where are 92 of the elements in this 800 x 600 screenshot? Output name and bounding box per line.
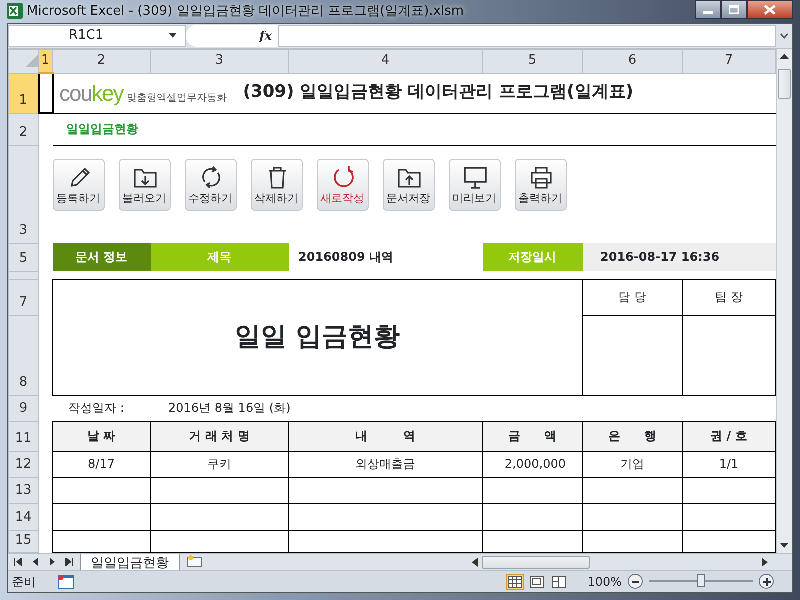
first-sheet-icon[interactable] bbox=[14, 558, 23, 566]
table-cell: 외상매출금 bbox=[288, 451, 482, 477]
brand-logo: coukey bbox=[60, 80, 124, 108]
minimize-button[interactable] bbox=[695, 0, 721, 19]
row-header[interactable]: 12 bbox=[8, 451, 38, 477]
column-header[interactable]: 5 bbox=[482, 49, 582, 73]
column-header[interactable]: 2 bbox=[52, 49, 150, 73]
info-value: 2016-08-17 16:36 bbox=[582, 243, 776, 271]
toolbar-button[interactable]: 불러오기 bbox=[118, 159, 170, 212]
active-cell[interactable] bbox=[38, 73, 52, 113]
brand-tagline: 맞춤형엑셀업무자동화 bbox=[127, 92, 228, 106]
name-box[interactable]: R1C1 bbox=[8, 24, 186, 46]
zoom-in-button[interactable] bbox=[759, 574, 774, 589]
toolbar-button[interactable]: 새로작성 bbox=[316, 159, 368, 212]
column-header[interactable]: 6 bbox=[582, 49, 682, 73]
column-heading: 은 행 bbox=[582, 421, 682, 451]
row-header[interactable]: 8 bbox=[8, 315, 38, 395]
toolbar-button[interactable]: 등록하기 bbox=[52, 159, 104, 212]
row-header[interactable]: 3 bbox=[8, 145, 38, 243]
column-heading: 거 래 처 명 bbox=[150, 421, 288, 451]
normal-view-icon bbox=[508, 576, 522, 588]
table-cell: 기업 bbox=[582, 451, 682, 477]
column-header[interactable]: 3 bbox=[150, 49, 288, 73]
sheet-tab[interactable]: 일일입금현황 bbox=[80, 554, 180, 570]
toolbar-button[interactable]: 삭제하기 bbox=[250, 159, 302, 212]
info-value: 20160809 내역 bbox=[288, 243, 482, 271]
table-cell: 8/17 bbox=[52, 451, 150, 477]
scroll-down-icon[interactable] bbox=[780, 542, 789, 548]
table-cell: 2,000,000 bbox=[482, 451, 582, 477]
info-label: 저장일시 bbox=[482, 243, 582, 271]
view-button[interactable] bbox=[506, 574, 524, 590]
row-header[interactable]: 2 bbox=[8, 113, 38, 145]
close-icon bbox=[764, 4, 776, 14]
scroll-right-icon[interactable] bbox=[762, 558, 768, 566]
excel-logo-icon bbox=[7, 3, 23, 20]
new-sheet-icon[interactable] bbox=[186, 555, 204, 568]
table-cell: 쿠키 bbox=[150, 451, 288, 477]
approval-label: 팀 장 bbox=[682, 279, 776, 315]
column-header[interactable]: 1 bbox=[38, 49, 52, 73]
insert-function-button[interactable]: fx bbox=[186, 24, 278, 46]
minus-icon bbox=[632, 580, 639, 582]
zoom-out-button[interactable] bbox=[628, 574, 643, 589]
row-header[interactable]: 7 bbox=[8, 279, 38, 315]
monitor-icon bbox=[462, 164, 488, 190]
expand-icon[interactable] bbox=[780, 32, 788, 38]
maximize-button[interactable] bbox=[721, 0, 747, 19]
row-header[interactable]: 9 bbox=[8, 395, 38, 421]
column-heading: 날 짜 bbox=[52, 421, 150, 451]
row-header[interactable]: 13 bbox=[8, 477, 38, 503]
column-header[interactable]: 4 bbox=[288, 49, 482, 73]
toolbar-button[interactable]: 미리보기 bbox=[448, 159, 500, 212]
report-heading: 일일 입금현황 bbox=[52, 279, 582, 395]
row-header[interactable]: 5 bbox=[8, 243, 38, 271]
row-header[interactable]: 11 bbox=[8, 421, 38, 451]
plus-icon bbox=[762, 578, 770, 586]
scroll-thumb[interactable] bbox=[778, 68, 791, 98]
toolbar-button[interactable]: 수정하기 bbox=[184, 159, 236, 212]
last-sheet-icon[interactable] bbox=[65, 558, 74, 566]
toolbar-button[interactable]: 문서저장 bbox=[382, 159, 434, 212]
toolbar-button[interactable]: 출력하기 bbox=[514, 159, 566, 212]
column-header[interactable]: 7 bbox=[682, 49, 776, 73]
info-label: 제목 bbox=[150, 243, 288, 271]
column-heading: 권 / 호 bbox=[682, 421, 776, 451]
dropdown-arrow-icon bbox=[169, 33, 177, 38]
macro-record-icon[interactable] bbox=[58, 575, 74, 590]
zoom-level[interactable]: 100% bbox=[588, 572, 622, 590]
approval-label: 담 당 bbox=[582, 279, 682, 315]
close-button[interactable] bbox=[747, 0, 793, 19]
row-header[interactable]: 1 bbox=[8, 73, 38, 113]
formula-input[interactable] bbox=[278, 24, 776, 46]
column-heading: 금 액 bbox=[482, 421, 582, 451]
view-button[interactable] bbox=[528, 574, 546, 590]
scroll-thumb[interactable] bbox=[482, 556, 590, 568]
sheet-subtitle: 일일입금현황 bbox=[66, 122, 138, 136]
zoom-thumb[interactable] bbox=[697, 574, 705, 587]
info-label: 문서 정보 bbox=[52, 243, 150, 271]
window-title: Microsoft Excel - (309) 일일입금현황 데이터관리 프로그램(일계표).xlsm bbox=[27, 2, 464, 20]
date-label: 작성일자 : bbox=[52, 395, 150, 421]
sheet-title: (309) 일일입금현황 데이터관리 프로그램(일계표) bbox=[243, 81, 634, 104]
row-header[interactable]: 15 bbox=[8, 530, 38, 552]
maximize-icon bbox=[729, 5, 739, 14]
page-break-icon bbox=[552, 576, 566, 588]
prev-sheet-icon[interactable] bbox=[31, 558, 40, 566]
column-heading: 내 역 bbox=[288, 421, 482, 451]
next-sheet-icon[interactable] bbox=[48, 558, 57, 566]
date-value: 2016년 8월 16일 (화) bbox=[150, 395, 482, 421]
page-layout-icon bbox=[530, 576, 544, 588]
row-header[interactable]: 14 bbox=[8, 503, 38, 530]
scroll-left-icon[interactable] bbox=[472, 558, 478, 566]
status-text: 준비 bbox=[12, 574, 36, 590]
scroll-up-icon[interactable] bbox=[780, 54, 789, 59]
view-button[interactable] bbox=[550, 574, 568, 590]
